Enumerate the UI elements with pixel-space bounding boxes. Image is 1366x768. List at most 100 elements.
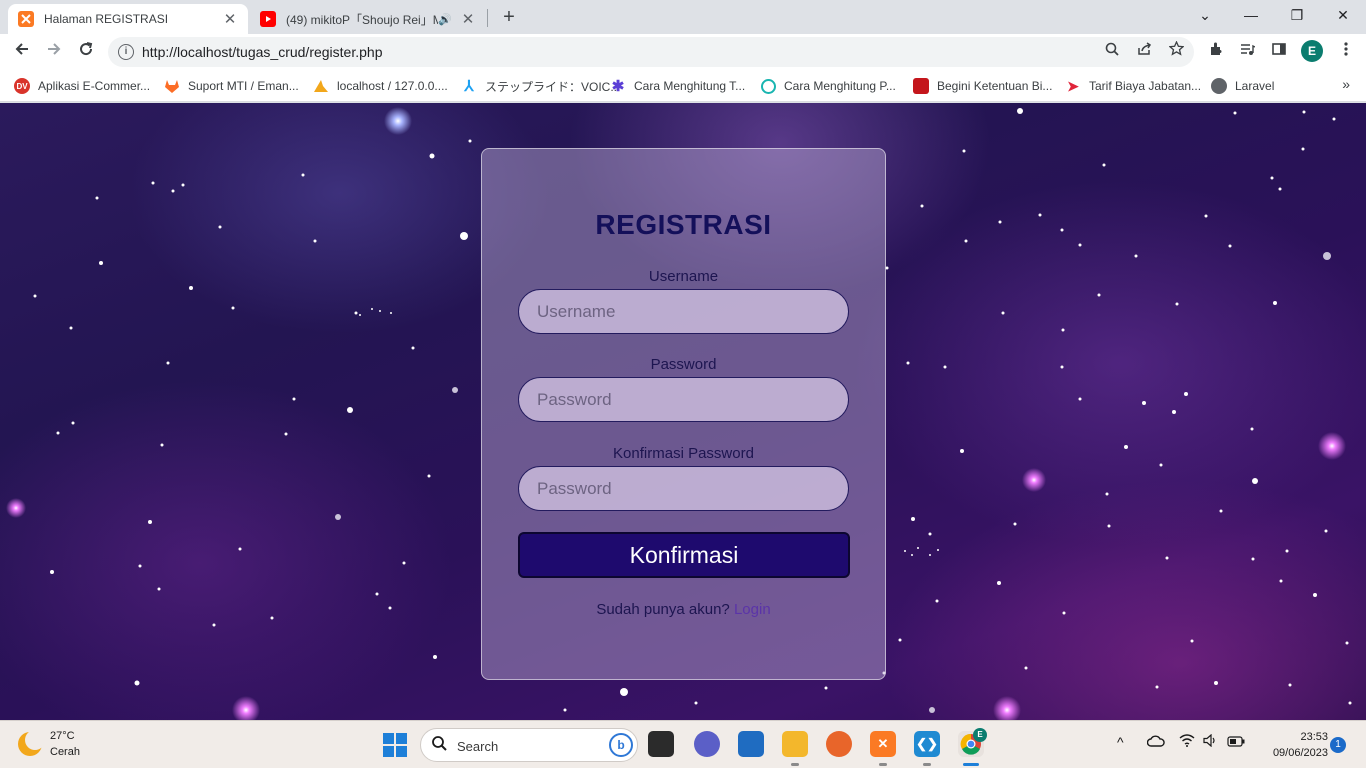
file-explorer-icon[interactable] — [782, 731, 808, 757]
bookmark-label: Aplikasi E-Commer... — [38, 79, 151, 93]
tab-search-icon[interactable]: ⌄ — [1182, 0, 1228, 30]
app-active-indicator — [963, 763, 979, 766]
have-account-text: Sudah punya akun? — [596, 601, 730, 618]
bookmark-item[interactable]: ➤ Tarif Biaya Jabatan... — [1065, 76, 1201, 96]
battery-icon[interactable] — [1227, 734, 1245, 750]
xampp-icon[interactable]: ✕ — [870, 731, 896, 757]
bookmark-label: Suport MTI / Eman... — [188, 79, 299, 93]
bookmarks-overflow-icon[interactable]: » — [1342, 76, 1350, 92]
bookmark-item[interactable]: DV Aplikasi E-Commer... — [14, 76, 150, 96]
windows-taskbar: 27°C Cerah Search b ✕ ❮❯ E ^ 23:53 09/06… — [0, 720, 1366, 768]
restore-button[interactable]: ❐ — [1274, 0, 1320, 30]
wifi-icon[interactable] — [1179, 734, 1195, 750]
browser-menu-icon[interactable] — [1332, 38, 1360, 66]
browser-toolbar: i E — [0, 34, 1366, 70]
bookmark-label: Tarif Biaya Jabatan... — [1089, 79, 1202, 93]
confirm-password-label: Konfirmasi Password — [613, 445, 754, 462]
zoom-icon[interactable] — [1100, 40, 1124, 64]
bing-icon[interactable]: b — [609, 733, 633, 757]
password-input[interactable] — [518, 377, 849, 422]
tab-close-icon[interactable]: ✕ — [460, 10, 476, 28]
taskbar-clock[interactable]: 23:53 09/06/2023 — [1258, 729, 1328, 761]
address-bar[interactable]: i — [108, 37, 1194, 67]
tab-title: Halaman REGISTRASI — [44, 12, 169, 26]
profile-avatar[interactable]: E — [1301, 40, 1323, 62]
teams-chat-icon[interactable] — [694, 731, 720, 757]
confirm-password-input[interactable] — [518, 466, 849, 511]
task-view-icon[interactable] — [648, 731, 674, 757]
bookmark-item[interactable]: Laravel — [1211, 76, 1274, 96]
notification-badge[interactable]: 1 — [1330, 737, 1346, 753]
url-input[interactable] — [142, 42, 1042, 62]
tab-strip: Halaman REGISTRASI ✕ (49) mikitoP「Shoujo… — [0, 0, 1366, 34]
phpmyadmin-icon — [313, 78, 329, 94]
app-running-indicator — [923, 763, 931, 766]
search-placeholder: Search — [457, 739, 499, 754]
bookmark-label: localhost / 127.0.0.... — [337, 79, 448, 93]
back-button[interactable] — [8, 38, 36, 66]
forward-button[interactable] — [40, 38, 68, 66]
bookmark-item[interactable]: localhost / 127.0.0.... — [313, 76, 448, 96]
konfirmasi-button[interactable]: Konfirmasi — [518, 532, 850, 578]
login-link[interactable]: Login — [734, 601, 771, 618]
bookmark-item[interactable]: Cara Menghitung P... — [761, 76, 896, 96]
tab-close-icon[interactable]: ✕ — [222, 10, 238, 28]
vscode-icon[interactable]: ❮❯ — [914, 731, 940, 757]
weather-moon-icon[interactable] — [18, 730, 45, 756]
firefox-icon[interactable] — [826, 731, 852, 757]
speaker-icon[interactable]: 🔊 — [438, 13, 452, 26]
bookmark-label: Laravel — [1235, 79, 1275, 93]
bookmark-label: Cara Menghitung P... — [784, 79, 896, 93]
tab-separator — [487, 9, 488, 27]
share-icon[interactable] — [1132, 40, 1156, 64]
weather-temperature[interactable]: 27°C — [50, 730, 75, 742]
bookmarks-bar: DV Aplikasi E-Commer... Suport MTI / Ema… — [0, 70, 1366, 102]
bookmark-label: Cara Menghitung T... — [634, 79, 746, 93]
close-window-button[interactable]: ✕ — [1320, 0, 1366, 30]
bookmark-item[interactable]: ⅄ ステップライド：VOIC... — [461, 76, 620, 96]
tray-overflow-icon[interactable]: ^ — [1117, 734, 1124, 750]
arrow-favicon-icon: ➤ — [1067, 77, 1079, 94]
extensions-icon[interactable] — [1202, 38, 1230, 66]
minimize-button[interactable]: — — [1228, 0, 1274, 30]
youtube-favicon-icon — [260, 11, 276, 27]
bookmark-item[interactable]: Begini Ketentuan Bi... — [913, 76, 1052, 96]
taskbar-search-box[interactable]: Search b — [420, 728, 638, 762]
bookmark-item[interactable]: Suport MTI / Eman... — [164, 76, 299, 96]
tab-title: (49) mikitoP「Shoujo Rei」MV — [286, 12, 439, 27]
username-label: Username — [648, 268, 719, 285]
weather-description[interactable]: Cerah — [50, 746, 80, 758]
forward-arrow-icon — [48, 43, 61, 55]
bookmark-label: Begini Ketentuan Bi... — [937, 79, 1053, 93]
bookmark-star-icon[interactable] — [1164, 40, 1188, 64]
stepride-icon: ⅄ — [464, 78, 474, 95]
spiral-icon — [761, 78, 776, 94]
clock-date: 09/06/2023 — [1272, 747, 1328, 759]
username-input[interactable] — [518, 289, 849, 334]
microsoft-store-icon[interactable] — [738, 731, 764, 757]
app-running-indicator — [879, 763, 887, 766]
globe-icon — [1211, 78, 1227, 94]
side-panel-icon[interactable] — [1265, 38, 1293, 66]
page-title: REGISTRASI — [595, 209, 772, 240]
search-icon — [431, 735, 447, 756]
reload-button[interactable] — [72, 38, 100, 66]
ecommerce-favicon-icon: DV — [14, 78, 30, 94]
media-control-icon[interactable] — [1233, 38, 1261, 66]
bookmark-item[interactable]: ✱ Cara Menghitung T... — [610, 76, 745, 96]
tab-youtube[interactable]: (49) mikitoP「Shoujo Rei」MV 🔊 ✕ — [250, 4, 486, 34]
page-viewport: REGISTRASI Username Password Konfirmasi … — [0, 103, 1366, 720]
volume-icon[interactable] — [1203, 733, 1217, 750]
news-favicon-icon — [913, 78, 929, 94]
back-arrow-icon — [15, 43, 28, 55]
new-tab-button[interactable]: + — [498, 6, 520, 28]
bookmark-label: ステップライド：VOIC... — [485, 79, 621, 94]
tab-registrasi[interactable]: Halaman REGISTRASI ✕ — [8, 4, 248, 34]
xampp-favicon-icon — [18, 11, 34, 27]
star-burst-icon: ✱ — [611, 78, 625, 95]
register-card: REGISTRASI Username Password Konfirmasi … — [481, 148, 886, 680]
site-info-icon[interactable]: i — [118, 44, 134, 60]
onedrive-cloud-icon[interactable] — [1146, 734, 1165, 750]
password-label: Password — [650, 356, 717, 373]
windows-start-icon[interactable] — [383, 733, 407, 757]
